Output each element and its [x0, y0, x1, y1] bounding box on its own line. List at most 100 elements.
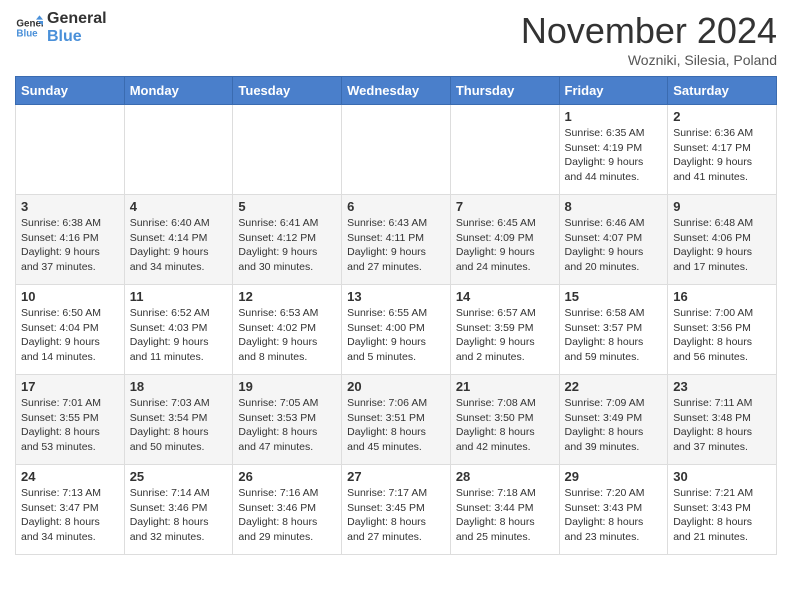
day-number: 15: [565, 289, 663, 304]
day-number: 3: [21, 199, 119, 214]
day-info: Sunrise: 7:21 AM Sunset: 3:43 PM Dayligh…: [673, 486, 771, 545]
day-info: Sunrise: 7:14 AM Sunset: 3:46 PM Dayligh…: [130, 486, 228, 545]
day-number: 28: [456, 469, 554, 484]
day-info: Sunrise: 7:18 AM Sunset: 3:44 PM Dayligh…: [456, 486, 554, 545]
day-number: 20: [347, 379, 445, 394]
calendar-cell: 22 Sunrise: 7:09 AM Sunset: 3:49 PM Dayli…: [559, 375, 668, 465]
header-monday: Monday: [124, 77, 233, 105]
day-info: Sunrise: 7:09 AM Sunset: 3:49 PM Dayligh…: [565, 396, 663, 455]
day-info: Sunrise: 7:03 AM Sunset: 3:54 PM Dayligh…: [130, 396, 228, 455]
header-sunday: Sunday: [16, 77, 125, 105]
day-info: Sunrise: 6:46 AM Sunset: 4:07 PM Dayligh…: [565, 216, 663, 275]
day-info: Sunrise: 7:06 AM Sunset: 3:51 PM Dayligh…: [347, 396, 445, 455]
day-info: Sunrise: 6:43 AM Sunset: 4:11 PM Dayligh…: [347, 216, 445, 275]
calendar-cell: 4 Sunrise: 6:40 AM Sunset: 4:14 PM Daylig…: [124, 195, 233, 285]
day-number: 10: [21, 289, 119, 304]
calendar-cell: 9Sunrise: 6:48 AM Sunset: 4:06 PM Daylig…: [668, 195, 777, 285]
day-number: 30: [673, 469, 771, 484]
calendar-cell: 10 Sunrise: 6:50 AM Sunset: 4:04 PM Dayli…: [16, 285, 125, 375]
logo-icon: General Blue: [15, 14, 43, 42]
calendar-cell: 16Sunrise: 7:00 AM Sunset: 3:56 PM Dayli…: [668, 285, 777, 375]
calendar-cell: 8 Sunrise: 6:46 AM Sunset: 4:07 PM Daylig…: [559, 195, 668, 285]
day-number: 22: [565, 379, 663, 394]
day-number: 2: [673, 109, 771, 124]
calendar-cell: 19 Sunrise: 7:05 AM Sunset: 3:53 PM Dayli…: [233, 375, 342, 465]
calendar-cell: 27Sunrise: 7:17 AM Sunset: 3:45 PM Dayli…: [342, 465, 451, 555]
day-info: Sunrise: 6:52 AM Sunset: 4:03 PM Dayligh…: [130, 306, 228, 365]
calendar-cell: 20 Sunrise: 7:06 AM Sunset: 3:51 PM Dayli…: [342, 375, 451, 465]
logo: General Blue General Blue: [15, 10, 107, 45]
calendar-cell: 2 Sunrise: 6:36 AM Sunset: 4:17 PM Daylig…: [668, 105, 777, 195]
day-number: 29: [565, 469, 663, 484]
month-title: November 2024: [521, 10, 777, 52]
calendar-cell: 6Sunrise: 6:43 AM Sunset: 4:11 PM Daylig…: [342, 195, 451, 285]
day-number: 5: [238, 199, 336, 214]
calendar-cell: [16, 105, 125, 195]
calendar-cell: 24 Sunrise: 7:13 AM Sunset: 3:47 PM Dayli…: [16, 465, 125, 555]
day-info: Sunrise: 6:58 AM Sunset: 3:57 PM Dayligh…: [565, 306, 663, 365]
day-number: 23: [673, 379, 771, 394]
calendar-cell: [233, 105, 342, 195]
header-wednesday: Wednesday: [342, 77, 451, 105]
location-text: Wozniki, Silesia, Poland: [521, 52, 777, 68]
calendar-cell: 29 Sunrise: 7:20 AM Sunset: 3:43 PM Dayli…: [559, 465, 668, 555]
day-number: 8: [565, 199, 663, 214]
calendar-cell: 5 Sunrise: 6:41 AM Sunset: 4:12 PM Daylig…: [233, 195, 342, 285]
day-info: Sunrise: 6:40 AM Sunset: 4:14 PM Dayligh…: [130, 216, 228, 275]
day-number: 4: [130, 199, 228, 214]
day-info: Sunrise: 7:05 AM Sunset: 3:53 PM Dayligh…: [238, 396, 336, 455]
day-number: 24: [21, 469, 119, 484]
day-info: Sunrise: 7:13 AM Sunset: 3:47 PM Dayligh…: [21, 486, 119, 545]
calendar-header-row: SundayMondayTuesdayWednesdayThursdayFrid…: [16, 77, 777, 105]
header-saturday: Saturday: [668, 77, 777, 105]
header-thursday: Thursday: [450, 77, 559, 105]
logo-general: General: [47, 10, 107, 28]
day-info: Sunrise: 6:55 AM Sunset: 4:00 PM Dayligh…: [347, 306, 445, 365]
day-info: Sunrise: 7:08 AM Sunset: 3:50 PM Dayligh…: [456, 396, 554, 455]
calendar-cell: 25 Sunrise: 7:14 AM Sunset: 3:46 PM Dayli…: [124, 465, 233, 555]
calendar-cell: 17 Sunrise: 7:01 AM Sunset: 3:55 PM Dayli…: [16, 375, 125, 465]
calendar-week-row: 3 Sunrise: 6:38 AM Sunset: 4:16 PM Daylig…: [16, 195, 777, 285]
day-info: Sunrise: 7:17 AM Sunset: 3:45 PM Dayligh…: [347, 486, 445, 545]
day-number: 13: [347, 289, 445, 304]
calendar-cell: 7Sunrise: 6:45 AM Sunset: 4:09 PM Daylig…: [450, 195, 559, 285]
day-info: Sunrise: 6:41 AM Sunset: 4:12 PM Dayligh…: [238, 216, 336, 275]
svg-text:Blue: Blue: [16, 28, 38, 39]
day-info: Sunrise: 7:01 AM Sunset: 3:55 PM Dayligh…: [21, 396, 119, 455]
title-block: November 2024 Wozniki, Silesia, Poland: [521, 10, 777, 68]
calendar-cell: 26Sunrise: 7:16 AM Sunset: 3:46 PM Dayli…: [233, 465, 342, 555]
day-number: 12: [238, 289, 336, 304]
day-info: Sunrise: 6:45 AM Sunset: 4:09 PM Dayligh…: [456, 216, 554, 275]
header-friday: Friday: [559, 77, 668, 105]
calendar-cell: 18Sunrise: 7:03 AM Sunset: 3:54 PM Dayli…: [124, 375, 233, 465]
day-info: Sunrise: 7:20 AM Sunset: 3:43 PM Dayligh…: [565, 486, 663, 545]
calendar-cell: 14 Sunrise: 6:57 AM Sunset: 3:59 PM Dayli…: [450, 285, 559, 375]
day-number: 9: [673, 199, 771, 214]
day-number: 25: [130, 469, 228, 484]
calendar-cell: 11Sunrise: 6:52 AM Sunset: 4:03 PM Dayli…: [124, 285, 233, 375]
day-number: 19: [238, 379, 336, 394]
day-number: 21: [456, 379, 554, 394]
day-info: Sunrise: 6:53 AM Sunset: 4:02 PM Dayligh…: [238, 306, 336, 365]
day-info: Sunrise: 7:11 AM Sunset: 3:48 PM Dayligh…: [673, 396, 771, 455]
calendar-week-row: 17 Sunrise: 7:01 AM Sunset: 3:55 PM Dayli…: [16, 375, 777, 465]
calendar-cell: [124, 105, 233, 195]
header-tuesday: Tuesday: [233, 77, 342, 105]
calendar-week-row: 24 Sunrise: 7:13 AM Sunset: 3:47 PM Dayli…: [16, 465, 777, 555]
calendar-cell: 3 Sunrise: 6:38 AM Sunset: 4:16 PM Daylig…: [16, 195, 125, 285]
day-number: 14: [456, 289, 554, 304]
day-info: Sunrise: 6:50 AM Sunset: 4:04 PM Dayligh…: [21, 306, 119, 365]
day-number: 17: [21, 379, 119, 394]
day-info: Sunrise: 6:57 AM Sunset: 3:59 PM Dayligh…: [456, 306, 554, 365]
day-info: Sunrise: 6:38 AM Sunset: 4:16 PM Dayligh…: [21, 216, 119, 275]
calendar-cell: 21 Sunrise: 7:08 AM Sunset: 3:50 PM Dayli…: [450, 375, 559, 465]
calendar-cell: 1Sunrise: 6:35 AM Sunset: 4:19 PM Daylig…: [559, 105, 668, 195]
day-number: 1: [565, 109, 663, 124]
calendar-cell: 30 Sunrise: 7:21 AM Sunset: 3:43 PM Dayli…: [668, 465, 777, 555]
calendar-cell: 28 Sunrise: 7:18 AM Sunset: 3:44 PM Dayli…: [450, 465, 559, 555]
calendar-cell: 12 Sunrise: 6:53 AM Sunset: 4:02 PM Dayli…: [233, 285, 342, 375]
calendar-cell: [342, 105, 451, 195]
logo-blue: Blue: [47, 28, 107, 46]
day-info: Sunrise: 6:36 AM Sunset: 4:17 PM Dayligh…: [673, 126, 771, 185]
calendar-cell: 15 Sunrise: 6:58 AM Sunset: 3:57 PM Dayli…: [559, 285, 668, 375]
